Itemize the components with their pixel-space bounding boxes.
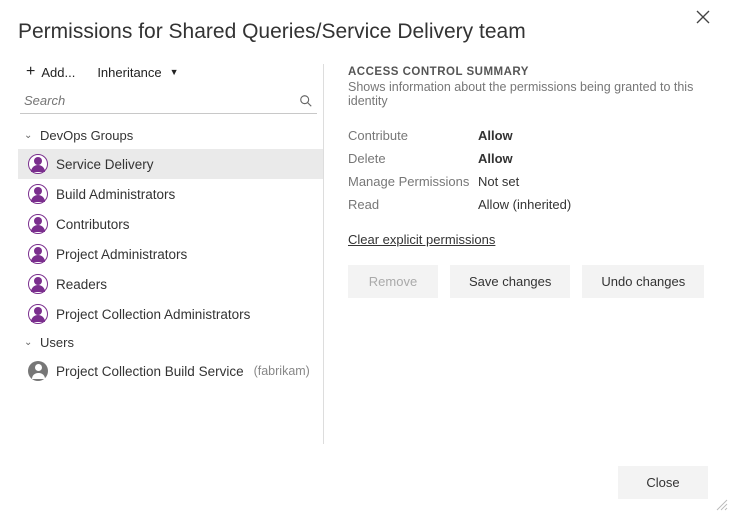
clear-explicit-permissions-link[interactable]: Clear explicit permissions xyxy=(348,232,712,247)
group-avatar-icon xyxy=(28,304,48,324)
acs-heading: ACCESS CONTROL SUMMARY xyxy=(348,66,712,78)
user-avatar-icon xyxy=(28,361,48,381)
users-list: Project Collection Build Service (fabrik… xyxy=(18,356,323,386)
group-header-label: DevOps Groups xyxy=(40,128,133,143)
perm-label: Contribute xyxy=(348,128,478,143)
group-avatar-icon xyxy=(28,274,48,294)
identity-item-build-administrators[interactable]: Build Administrators xyxy=(18,179,323,209)
group-avatar-icon xyxy=(28,184,48,204)
plus-icon: + xyxy=(26,64,35,80)
perm-row-read[interactable]: Read Allow (inherited) xyxy=(348,193,712,216)
identity-label: Project Collection Build Service xyxy=(56,364,244,379)
save-changes-button[interactable]: Save changes xyxy=(450,265,570,298)
identity-item-service-delivery[interactable]: Service Delivery xyxy=(18,149,323,179)
identity-item-project-collection-administrators[interactable]: Project Collection Administrators xyxy=(18,299,323,329)
close-icon[interactable] xyxy=(696,10,716,30)
identity-panel: + Add... Inheritance ▼ ⌄ DevOps Groups xyxy=(18,64,323,444)
group-avatar-icon xyxy=(28,154,48,174)
identity-label: Project Collection Administrators xyxy=(56,307,250,322)
add-button[interactable]: + Add... xyxy=(26,64,75,80)
acs-subtext: Shows information about the permissions … xyxy=(348,80,712,108)
identity-suffix: (fabrikam) xyxy=(254,364,310,378)
resize-grip-icon[interactable] xyxy=(714,497,728,511)
inheritance-label: Inheritance xyxy=(97,65,161,80)
group-header-label: Users xyxy=(40,335,74,350)
close-button[interactable]: Close xyxy=(618,466,708,499)
perm-row-manage-permissions[interactable]: Manage Permissions Not set xyxy=(348,170,712,193)
perm-label: Manage Permissions xyxy=(348,174,478,189)
add-label: Add... xyxy=(41,65,75,80)
chevron-down-icon: ⌄ xyxy=(24,337,36,348)
chevron-down-icon: ⌄ xyxy=(24,130,36,141)
group-header-devops[interactable]: ⌄ DevOps Groups xyxy=(18,122,323,149)
perm-label: Read xyxy=(348,197,478,212)
acs-panel: ACCESS CONTROL SUMMARY Shows information… xyxy=(324,64,712,444)
identity-item-build-service[interactable]: Project Collection Build Service (fabrik… xyxy=(18,356,323,386)
identity-label: Service Delivery xyxy=(56,157,154,172)
search-icon xyxy=(299,94,313,108)
perm-value: Allow xyxy=(478,151,513,166)
inheritance-dropdown[interactable]: Inheritance ▼ xyxy=(97,65,178,80)
undo-changes-button[interactable]: Undo changes xyxy=(582,265,704,298)
group-avatar-icon xyxy=(28,214,48,234)
identity-item-contributors[interactable]: Contributors xyxy=(18,209,323,239)
search-box[interactable] xyxy=(20,90,317,114)
devops-group-list: Service Delivery Build Administrators Co… xyxy=(18,149,323,329)
group-avatar-icon xyxy=(28,244,48,264)
perm-value: Not set xyxy=(478,174,519,189)
search-input[interactable] xyxy=(22,92,299,109)
dialog-title: Permissions for Shared Queries/Service D… xyxy=(18,20,712,44)
identity-label: Project Administrators xyxy=(56,247,187,262)
identity-label: Contributors xyxy=(56,217,130,232)
group-header-users[interactable]: ⌄ Users xyxy=(18,329,323,356)
identity-label: Build Administrators xyxy=(56,187,175,202)
identity-item-readers[interactable]: Readers xyxy=(18,269,323,299)
identity-label: Readers xyxy=(56,277,107,292)
permissions-dialog: Permissions for Shared Queries/Service D… xyxy=(0,0,730,513)
perm-value: Allow (inherited) xyxy=(478,197,571,212)
perm-row-delete[interactable]: Delete Allow xyxy=(348,147,712,170)
perm-row-contribute[interactable]: Contribute Allow xyxy=(348,124,712,147)
identity-item-project-administrators[interactable]: Project Administrators xyxy=(18,239,323,269)
perm-label: Delete xyxy=(348,151,478,166)
caret-down-icon: ▼ xyxy=(170,67,179,77)
perm-value: Allow xyxy=(478,128,513,143)
remove-button[interactable]: Remove xyxy=(348,265,438,298)
